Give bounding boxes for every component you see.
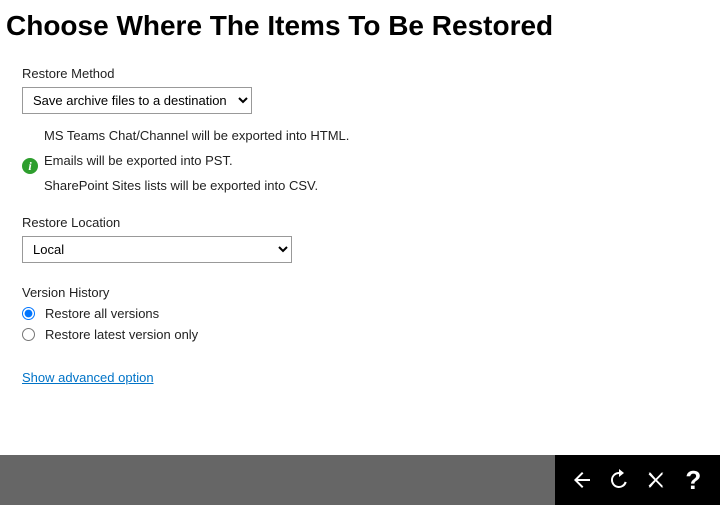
help-button[interactable]: ? bbox=[678, 465, 708, 495]
version-latest-row[interactable]: Restore latest version only bbox=[22, 327, 698, 342]
restore-method-select[interactable]: Save archive files to a destination bbox=[22, 87, 252, 114]
close-icon bbox=[645, 469, 667, 491]
info-line-1: MS Teams Chat/Channel will be exported i… bbox=[44, 128, 698, 143]
restore-method-label: Restore Method bbox=[22, 66, 698, 81]
arrow-left-icon bbox=[570, 468, 594, 492]
version-all-radio[interactable] bbox=[22, 307, 35, 320]
version-latest-label: Restore latest version only bbox=[45, 327, 198, 342]
restore-location-select[interactable]: Local bbox=[22, 236, 292, 263]
retry-button[interactable] bbox=[604, 465, 634, 495]
footer-spacer bbox=[0, 455, 555, 505]
show-advanced-link[interactable]: Show advanced option bbox=[22, 370, 154, 385]
back-button[interactable] bbox=[567, 465, 597, 495]
refresh-icon bbox=[607, 468, 631, 492]
info-line-3: SharePoint Sites lists will be exported … bbox=[44, 178, 698, 193]
cancel-button[interactable] bbox=[641, 465, 671, 495]
version-history-label: Version History bbox=[22, 285, 698, 300]
info-icon: i bbox=[22, 158, 38, 174]
export-info-block: i MS Teams Chat/Channel will be exported… bbox=[22, 128, 698, 193]
footer-actions: ? bbox=[555, 455, 720, 505]
footer-bar: ? bbox=[0, 455, 720, 505]
info-line-2: Emails will be exported into PST. bbox=[44, 153, 698, 168]
page-title: Choose Where The Items To Be Restored bbox=[6, 10, 698, 42]
version-latest-radio[interactable] bbox=[22, 328, 35, 341]
restore-location-label: Restore Location bbox=[22, 215, 698, 230]
version-all-row[interactable]: Restore all versions bbox=[22, 306, 698, 321]
version-all-label: Restore all versions bbox=[45, 306, 159, 321]
question-icon: ? bbox=[685, 465, 701, 496]
